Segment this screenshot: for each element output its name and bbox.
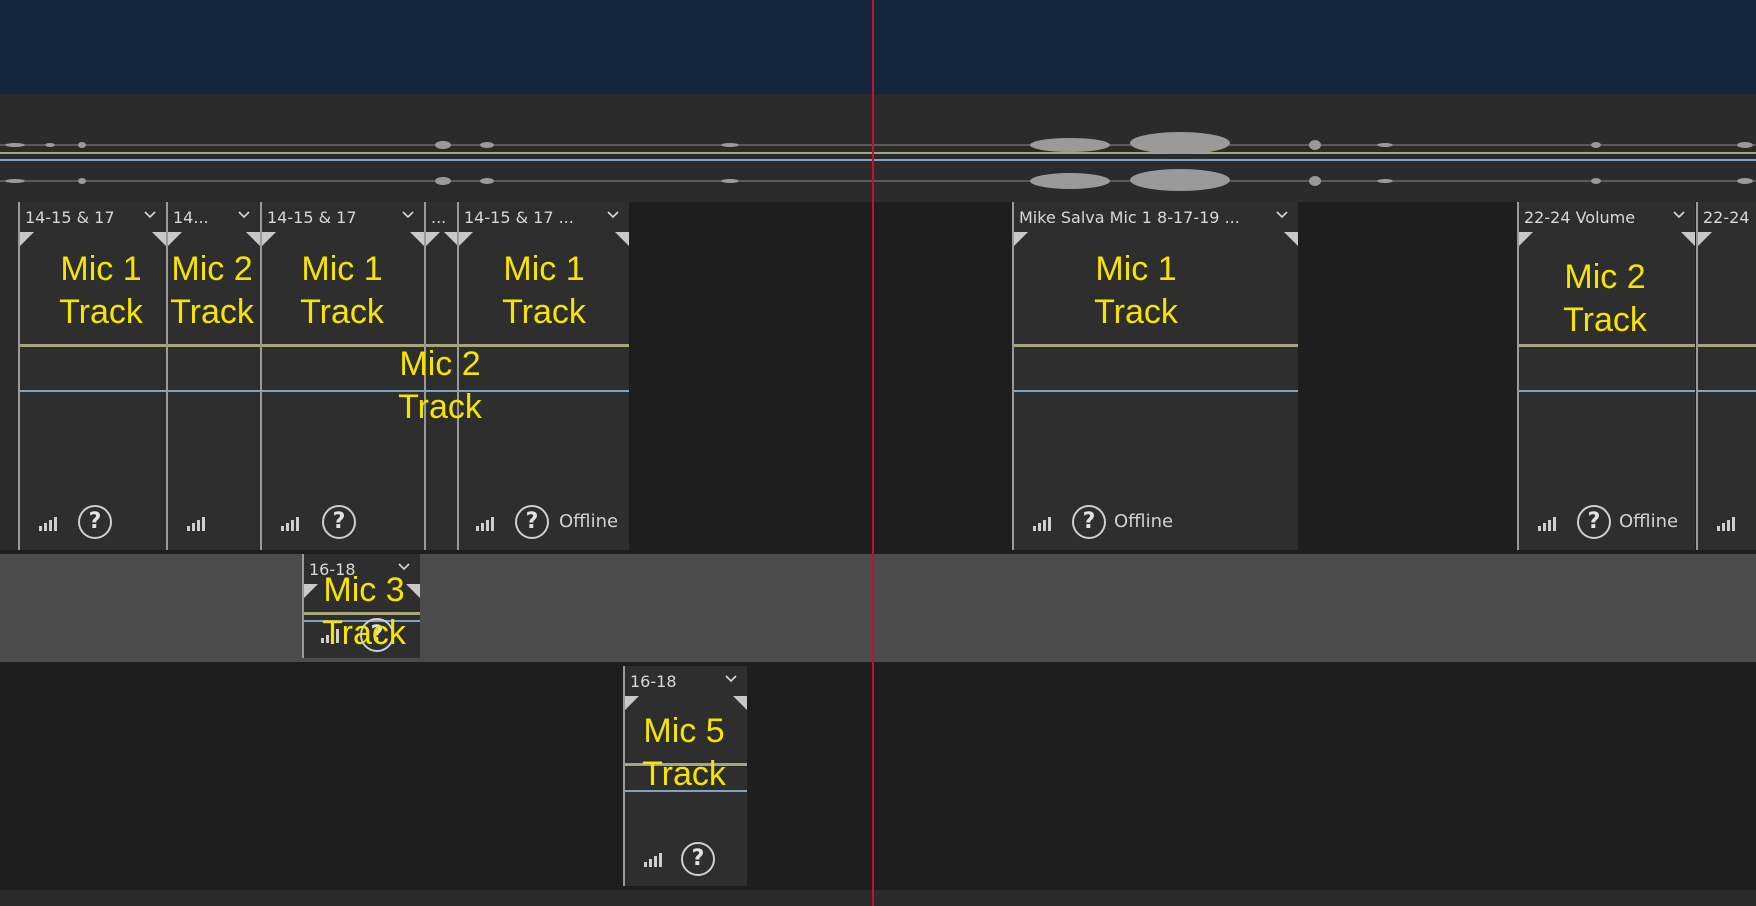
- annotation-mic1-track: Mic 1 Track: [464, 248, 624, 334]
- annotation-mic: Mic 3: [323, 571, 405, 609]
- annotation-track: Track: [642, 755, 726, 793]
- trim-handle-left[interactable]: [1519, 232, 1533, 246]
- offline-label: Offline: [559, 511, 619, 532]
- audio-clip-edge[interactable]: [0, 202, 18, 550]
- clip-name: 16-18: [630, 672, 677, 691]
- trim-handle-right[interactable]: [1681, 232, 1695, 246]
- chevron-down-icon[interactable]: [1274, 207, 1290, 223]
- clip-name: 14...: [173, 208, 209, 227]
- signal-bars-icon: [1538, 517, 1556, 531]
- timeline-header[interactable]: [0, 0, 1756, 94]
- trim-handle-right[interactable]: [444, 232, 458, 246]
- annotation-track: Track: [1563, 301, 1647, 339]
- annotation-mic5-track: Mic 5 Track: [604, 710, 764, 796]
- annotation-mic2-track: Mic 2 Track: [360, 343, 520, 429]
- signal-bars-icon: [187, 517, 205, 531]
- question-icon: ?: [1577, 505, 1611, 539]
- annotation-mic: Mic 1: [1095, 250, 1177, 288]
- offline-label: Offline: [1619, 511, 1679, 532]
- annotation-mic: Mic 1: [503, 250, 585, 288]
- audio-track-3[interactable]: 16-18 ?: [0, 666, 1756, 890]
- trim-handle-right[interactable]: [246, 232, 260, 246]
- timeline-scrollbar[interactable]: [0, 890, 1756, 906]
- signal-bars-icon: [1033, 517, 1051, 531]
- annotation-track: Track: [1094, 293, 1178, 331]
- annotation-mic: Mic 1: [60, 250, 142, 288]
- annotation-mic: Mic 2: [171, 250, 253, 288]
- question-icon: ?: [515, 505, 549, 539]
- trim-handle-left[interactable]: [262, 232, 276, 246]
- annotation-track: Track: [322, 614, 406, 652]
- trim-handle-right[interactable]: [410, 232, 424, 246]
- chevron-down-icon[interactable]: [400, 207, 416, 223]
- trim-handle-left[interactable]: [1698, 232, 1712, 246]
- signal-bars-icon: [39, 517, 57, 531]
- annotation-mic: Mic 1: [301, 250, 383, 288]
- annotation-mic1-track: Mic 1 Track: [1056, 248, 1216, 334]
- question-icon: ?: [322, 505, 356, 539]
- clip-name: 22-24: [1703, 208, 1750, 227]
- annotation-track: Track: [170, 293, 254, 331]
- offline-label: Offline: [1114, 511, 1174, 532]
- trim-handle-right[interactable]: [1284, 232, 1298, 246]
- annotation-track: Track: [59, 293, 143, 331]
- audio-track-2[interactable]: 16-18 ?: [0, 554, 1756, 662]
- audio-clip[interactable]: 22-24 Volume ? Offline: [1517, 202, 1695, 550]
- trim-handle-left[interactable]: [426, 232, 440, 246]
- question-icon: ?: [681, 842, 715, 876]
- question-icon: ?: [1072, 505, 1106, 539]
- trim-handle-left[interactable]: [459, 232, 473, 246]
- pan-rubberband[interactable]: [1014, 390, 1298, 392]
- annotation-mic3-track: Mic 3 Track: [284, 569, 444, 655]
- trim-handle-left[interactable]: [625, 696, 639, 710]
- volume-rubberband[interactable]: [20, 344, 166, 347]
- annotation-mic: Mic 5: [643, 712, 725, 750]
- signal-bars-icon: [476, 517, 494, 531]
- chevron-down-icon[interactable]: [142, 207, 158, 223]
- pan-rubberband[interactable]: [1698, 390, 1756, 392]
- trim-handle-right[interactable]: [152, 232, 166, 246]
- pan-rubberband[interactable]: [1519, 390, 1695, 392]
- trim-handle-left[interactable]: [168, 232, 182, 246]
- clip-name: 14-15 & 17: [267, 208, 357, 227]
- pan-rubberband[interactable]: [20, 390, 166, 392]
- trim-handle-right[interactable]: [733, 696, 747, 710]
- pan-rubberband[interactable]: [168, 390, 260, 392]
- playhead[interactable]: [872, 0, 874, 906]
- volume-rubberband[interactable]: [1014, 344, 1298, 347]
- volume-rubberband[interactable]: [168, 344, 260, 347]
- annotation-track: Track: [300, 293, 384, 331]
- clip-name: 14-15 & 17 ...: [464, 208, 574, 227]
- clip-name: 14-15 & 17: [25, 208, 115, 227]
- annotation-track: Track: [502, 293, 586, 331]
- annotation-mic: Mic 2: [1564, 258, 1646, 296]
- volume-rubberband[interactable]: [1698, 344, 1756, 347]
- trim-handle-left[interactable]: [1014, 232, 1028, 246]
- trim-handle-left[interactable]: [20, 232, 34, 246]
- signal-bars-icon: [281, 517, 299, 531]
- volume-rubberband[interactable]: [1519, 344, 1695, 347]
- annotation-mic: Mic 2: [399, 345, 481, 383]
- annotation-mic1-track: Mic 1 Track: [262, 248, 422, 334]
- waveform: [0, 132, 1756, 191]
- question-icon: ?: [78, 505, 112, 539]
- chevron-down-icon[interactable]: [723, 671, 739, 687]
- clip-name: ...: [431, 208, 447, 227]
- signal-bars-icon: [1717, 517, 1735, 531]
- chevron-down-icon[interactable]: [236, 207, 252, 223]
- audio-clip[interactable]: 22-24: [1696, 202, 1756, 550]
- annotation-mic2-track: Mic 2 Track: [1525, 256, 1685, 342]
- signal-bars-icon: [644, 853, 662, 867]
- clip-name: Mike Salva Mic 1 8-17-19 ...: [1019, 208, 1240, 227]
- chevron-down-icon[interactable]: [1671, 207, 1687, 223]
- audio-waveform-track[interactable]: [0, 94, 1756, 202]
- trim-handle-right[interactable]: [615, 232, 629, 246]
- chevron-down-icon[interactable]: [605, 207, 621, 223]
- annotation-track: Track: [398, 388, 482, 426]
- clip-name: 22-24 Volume: [1524, 208, 1636, 227]
